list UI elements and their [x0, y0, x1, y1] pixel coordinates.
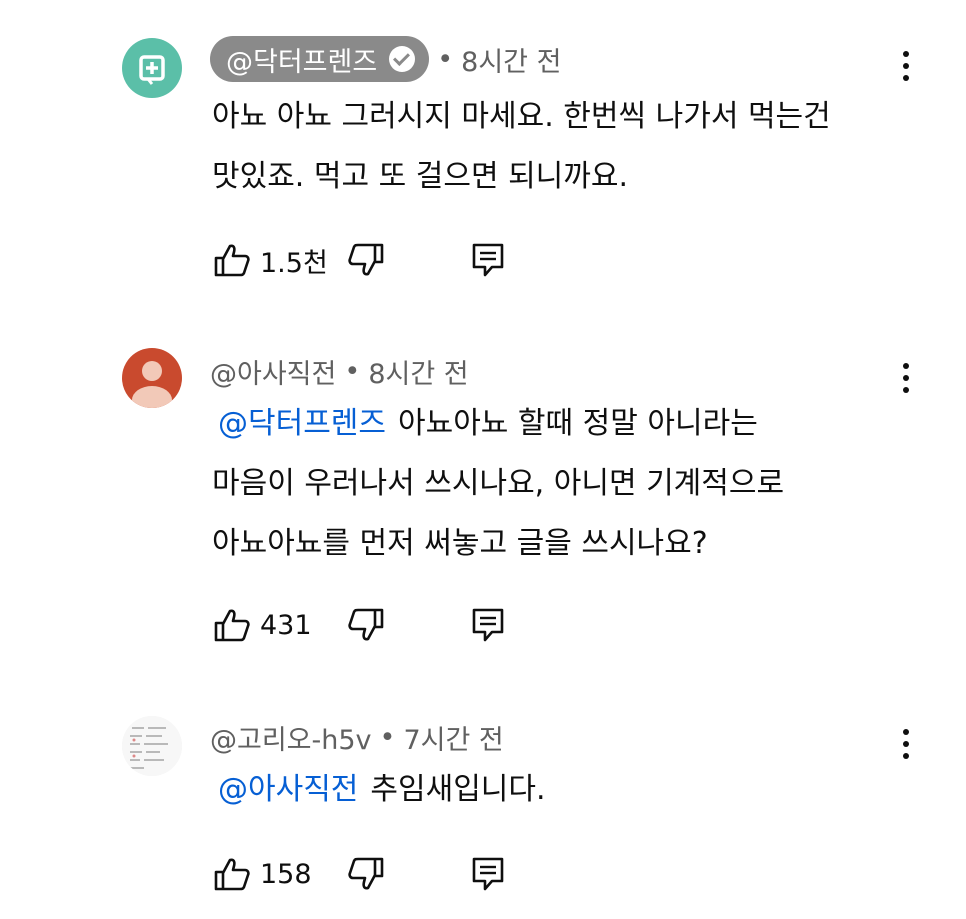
author-chip[interactable]: @닥터프렌즈 [210, 36, 430, 82]
comment-time[interactable]: 8시간 전 [368, 352, 468, 391]
avatar[interactable] [122, 38, 182, 98]
reply-icon[interactable] [468, 605, 508, 645]
more-options-icon[interactable] [892, 356, 920, 400]
person-icon [132, 361, 172, 408]
meta-separator: • [437, 43, 454, 75]
author-name[interactable]: @아사직전 [210, 352, 336, 391]
author-name[interactable]: @고리오-h5v [210, 718, 372, 757]
comment-actions: 431 [212, 603, 508, 647]
mention-link[interactable]: @아사직전 [218, 772, 358, 807]
comment-actions: 158 [212, 852, 508, 896]
comment-actions: 1.5천 [212, 238, 508, 282]
meta-separator: • [344, 356, 361, 387]
reply-icon[interactable] [468, 854, 508, 894]
verified-check-icon [389, 46, 416, 72]
author-name: @닥터프렌즈 [226, 46, 378, 78]
comment-body: 추임새입니다. [370, 772, 546, 807]
dislike-icon[interactable] [346, 240, 386, 280]
comment-meta: @아사직전 • 8시간 전 [210, 352, 469, 391]
document-thumbnail-icon [122, 716, 182, 776]
comment-time[interactable]: 8시간 전 [461, 40, 561, 79]
reply-icon[interactable] [468, 240, 508, 280]
comment-text: @아사직전 추임새입니다. [212, 760, 546, 820]
dislike-icon[interactable] [346, 605, 386, 645]
comment-meta: @고리오-h5v • 7시간 전 [210, 718, 504, 757]
avatar[interactable] [122, 348, 182, 408]
comment-meta: @닥터프렌즈 • 8시간 전 [210, 36, 561, 82]
like-icon[interactable] [212, 240, 252, 280]
like-icon[interactable] [212, 605, 252, 645]
comment-text: 아뇨 아뇨 그러시지 마세요. 한번씩 나가서 먹는건 맛있죠. 먹고 또 걸으… [212, 87, 831, 207]
comment-body: 아뇨 아뇨 그러시지 마세요. 한번씩 나가서 먹는건 맛있죠. 먹고 또 걸으… [212, 99, 831, 194]
plus-square-icon [139, 55, 165, 85]
more-options-icon[interactable] [892, 44, 920, 88]
mention-link[interactable]: @닥터프렌즈 [218, 406, 386, 441]
like-icon[interactable] [212, 854, 252, 894]
comment-time[interactable]: 7시간 전 [403, 718, 503, 757]
meta-separator: • [379, 722, 396, 753]
like-count: 158 [260, 858, 312, 890]
dislike-icon[interactable] [346, 854, 386, 894]
like-count: 431 [260, 609, 312, 641]
like-count: 1.5천 [260, 247, 328, 279]
more-options-icon[interactable] [892, 722, 920, 766]
comment-text: @닥터프렌즈 아뇨아뇨 할때 정말 아니라는 마음이 우러나서 쓰시나요, 아니면… [212, 394, 784, 574]
avatar[interactable] [122, 716, 182, 776]
